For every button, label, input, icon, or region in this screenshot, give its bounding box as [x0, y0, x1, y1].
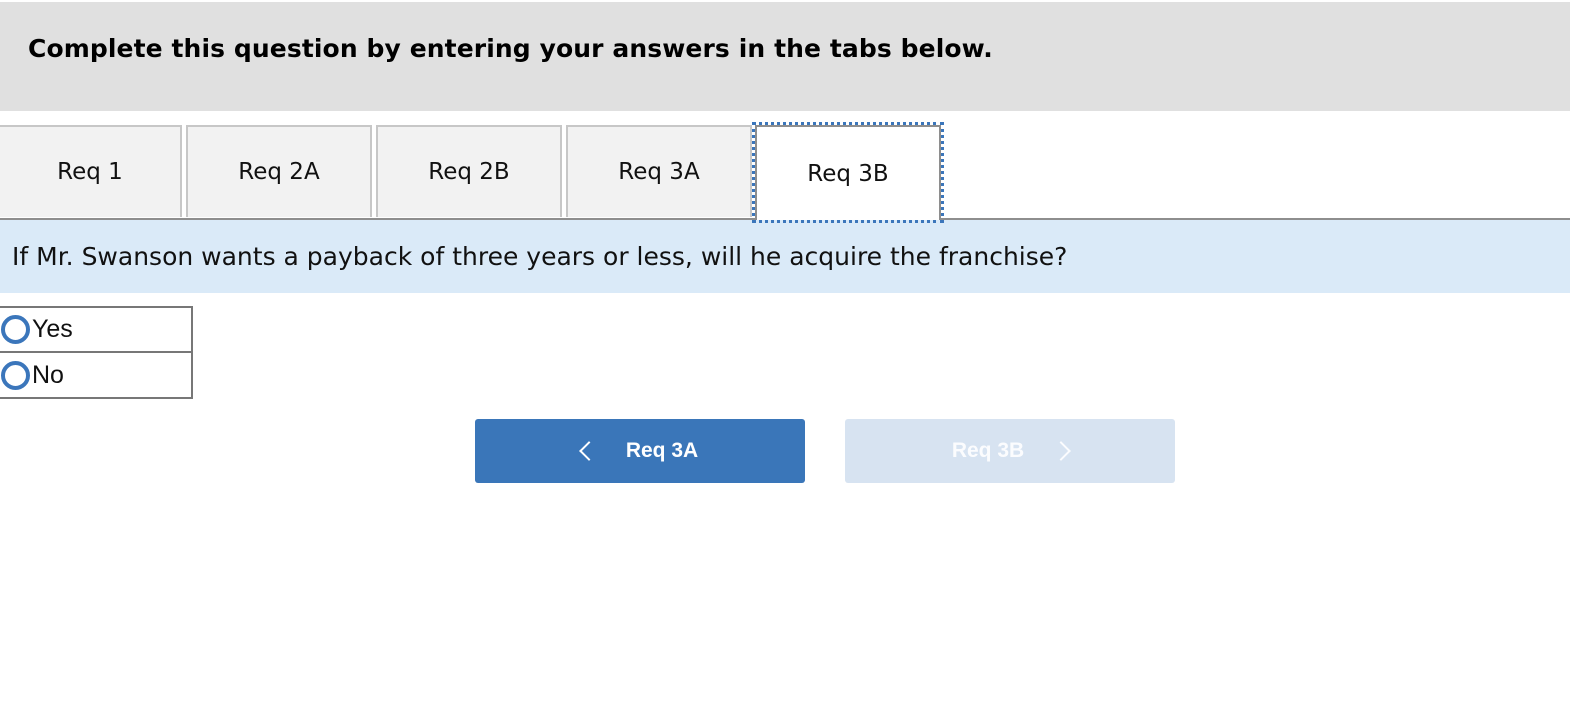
- question-text: If Mr. Swanson wants a payback of three …: [12, 242, 1068, 271]
- question-bar: If Mr. Swanson wants a payback of three …: [0, 220, 1570, 293]
- tab-label: Req 3B: [807, 160, 889, 187]
- instructions-title: Complete this question by entering your …: [28, 34, 993, 63]
- tab-req-2a[interactable]: Req 2A: [186, 125, 372, 217]
- next-requirement-button: Req 3B: [845, 419, 1175, 483]
- radio-unchecked-icon[interactable]: [1, 315, 30, 344]
- chevron-left-icon: [578, 441, 599, 461]
- option-label: Yes: [32, 315, 73, 343]
- tab-req-1[interactable]: Req 1: [0, 125, 182, 217]
- tab-req-3b[interactable]: Req 3B: [752, 122, 944, 223]
- tab-label: Req 2A: [238, 159, 320, 185]
- answer-options: Yes No: [0, 306, 193, 399]
- chevron-right-icon: [1051, 441, 1072, 461]
- option-label: No: [32, 360, 64, 389]
- tab-label: Req 1: [57, 159, 123, 185]
- tab-label: Req 2B: [428, 159, 510, 185]
- option-yes[interactable]: Yes: [0, 308, 191, 353]
- option-no[interactable]: No: [0, 353, 191, 397]
- previous-button-label: Req 3A: [625, 439, 699, 462]
- instructions-header: Complete this question by entering your …: [0, 2, 1570, 111]
- requirement-tabs: Req 1 Req 2A Req 2B Req 3A Req 3B: [0, 122, 1570, 223]
- tab-label: Req 3A: [618, 159, 700, 185]
- tab-req-2b[interactable]: Req 2B: [376, 125, 562, 217]
- previous-requirement-button[interactable]: Req 3A: [475, 419, 805, 483]
- next-button-label: Req 3B: [951, 439, 1025, 462]
- radio-unchecked-icon[interactable]: [1, 360, 30, 390]
- tab-req-3a[interactable]: Req 3A: [566, 125, 752, 217]
